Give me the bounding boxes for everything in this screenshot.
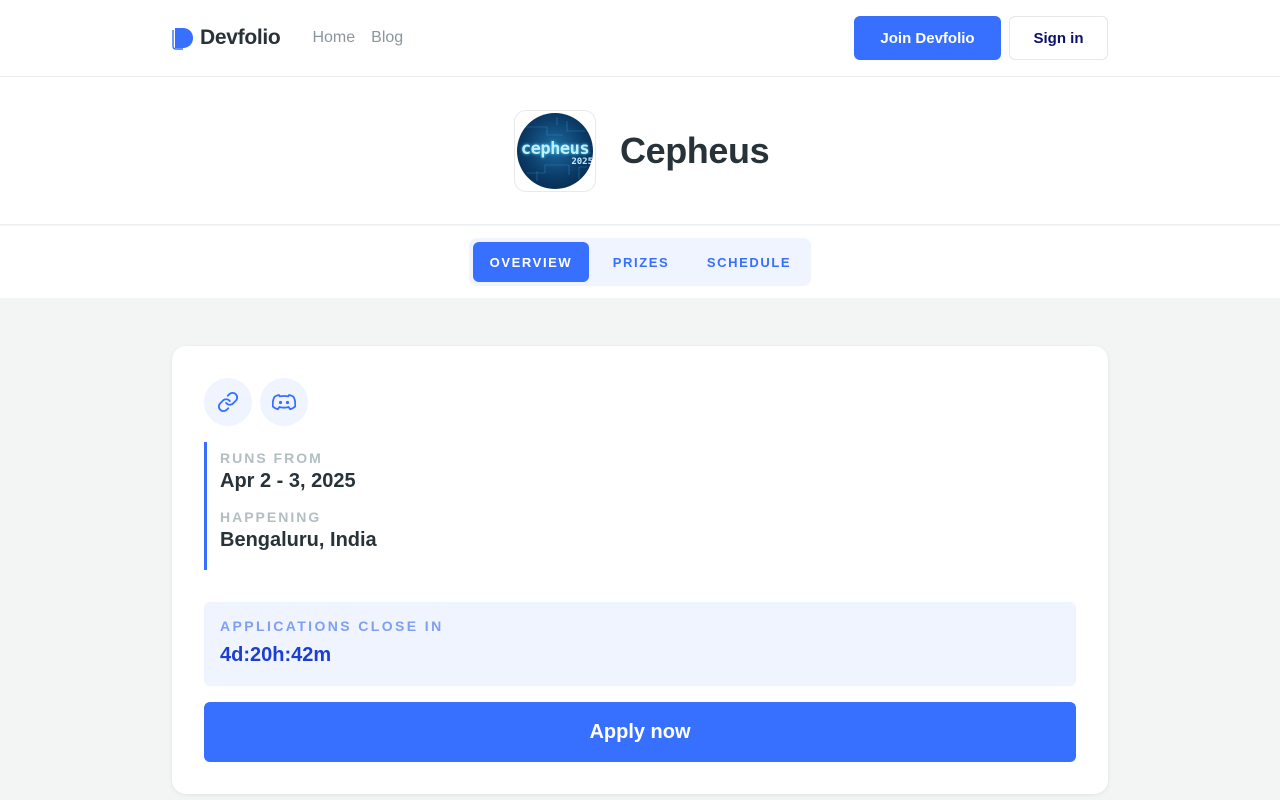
tab-bar: OVERVIEW PRIZES SCHEDULE [0,226,1280,298]
hackathon-header: cepheus 2025 Cepheus [0,77,1280,225]
hackathon-logo: cepheus 2025 [514,110,596,192]
top-navbar: Devfolio Home Blog Join Devfolio Sign in [0,0,1280,77]
join-devfolio-button[interactable]: Join Devfolio [854,16,1001,60]
nav-link-blog[interactable]: Blog [371,29,403,47]
event-meta: RUNS FROM Apr 2 - 3, 2025 HAPPENING Beng… [204,442,504,570]
discord-link-button[interactable] [260,378,308,426]
nav-actions: Join Devfolio Sign in [854,16,1108,60]
devfolio-logo-link[interactable]: Devfolio [172,26,281,50]
deadline-label: APPLICATIONS CLOSE IN [220,618,444,634]
overview-card: RUNS FROM Apr 2 - 3, 2025 HAPPENING Beng… [172,346,1108,794]
location-block: HAPPENING Bengaluru, India [220,509,504,552]
sign-in-button[interactable]: Sign in [1009,16,1108,60]
logo-wordmark: cepheus [520,139,590,159]
runs-from-value: Apr 2 - 3, 2025 [220,470,356,492]
devfolio-logo-icon [172,28,193,50]
hackathon-name: Cepheus [620,130,770,171]
brand-name: Devfolio [200,26,281,49]
discord-icon [272,394,296,411]
tab-prizes[interactable]: PRIZES [589,242,693,282]
runs-from-block: RUNS FROM Apr 2 - 3, 2025 [220,442,504,493]
logo-year: 2025 [571,157,593,167]
tabs-group: OVERVIEW PRIZES SCHEDULE [469,238,811,286]
navbar-inner: Devfolio Home Blog Join Devfolio Sign in [172,0,1108,76]
hackathon-title-group: cepheus 2025 Cepheus [514,110,770,192]
nav-links: Home Blog [312,29,403,47]
application-deadline: APPLICATIONS CLOSE IN 4d:20h:42m [204,602,1076,686]
nav-link-home[interactable]: Home [312,29,355,47]
website-link-button[interactable] [204,378,252,426]
happening-label: HAPPENING [220,509,322,525]
location-value: Bengaluru, India [220,529,377,551]
tab-schedule[interactable]: SCHEDULE [693,242,805,282]
countdown-timer: 4d:20h:42m [220,644,332,666]
link-icon [217,391,239,413]
social-links [204,378,308,426]
runs-from-label: RUNS FROM [220,450,323,466]
tab-overview[interactable]: OVERVIEW [473,242,589,282]
apply-now-button[interactable]: Apply now [204,702,1076,762]
hackathon-logo-image: cepheus 2025 [517,113,593,189]
